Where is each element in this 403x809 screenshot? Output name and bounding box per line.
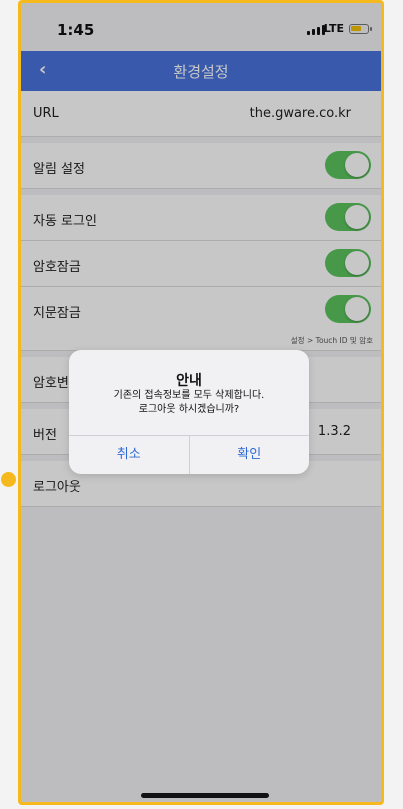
alert-dialog: 안내 기존의 접속정보를 모두 삭제합니다. 로그아웃 하시겠습니까? 취소 확…: [69, 350, 309, 474]
dialog-message: 기존의 접속정보를 모두 삭제합니다. 로그아웃 하시겠습니까?: [79, 389, 299, 417]
dialog-button-bar: 취소 확인: [69, 435, 309, 474]
dialog-message-line1: 기존의 접속정보를 모두 삭제합니다.: [113, 390, 265, 401]
confirm-button[interactable]: 확인: [188, 436, 310, 474]
home-indicator: [141, 793, 269, 798]
dialog-message-line2: 로그아웃 하시겠습니까?: [138, 404, 240, 415]
side-marker: [1, 472, 16, 487]
cancel-button[interactable]: 취소: [69, 436, 189, 474]
dialog-title: 안내: [176, 373, 202, 389]
